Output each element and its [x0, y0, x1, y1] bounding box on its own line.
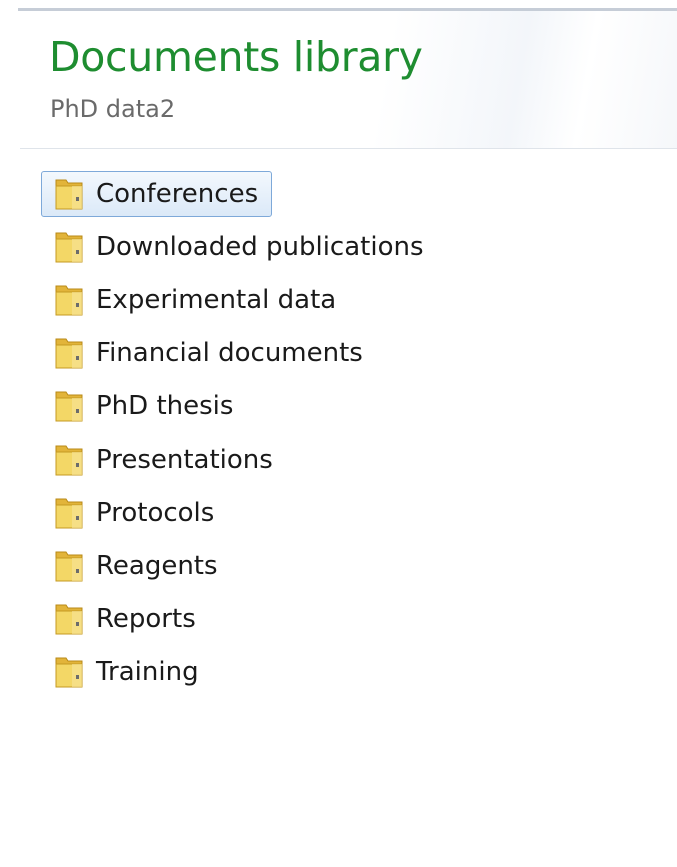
library-pane: Documents library PhD data2 Conferences: [20, 11, 677, 867]
folder-item-reagents[interactable]: Reagents: [41, 539, 661, 592]
folder-label: Financial documents: [96, 338, 363, 369]
folder-item-conferences[interactable]: Conferences: [41, 167, 661, 220]
folder-icon: [55, 179, 83, 210]
folder-item-phd-thesis[interactable]: PhD thesis: [41, 380, 661, 433]
folder-icon: [55, 551, 83, 582]
folder-item-training[interactable]: Training: [41, 646, 661, 699]
folder-item-protocols[interactable]: Protocols: [41, 486, 661, 539]
folder-icon: [55, 338, 83, 369]
folder-label: Experimental data: [96, 284, 337, 315]
folder-item-financial-documents[interactable]: Financial documents: [41, 327, 661, 380]
folder-label: Reports: [96, 604, 196, 635]
folder-icon: [55, 498, 83, 529]
folder-list: Conferences Downloaded publications Expe…: [41, 167, 661, 699]
folder-item-presentations[interactable]: Presentations: [41, 433, 661, 486]
folder-item-experimental-data[interactable]: Experimental data: [41, 273, 661, 326]
folder-label: PhD thesis: [96, 391, 234, 422]
folder-label: Reagents: [96, 550, 218, 581]
folder-label: Training: [96, 657, 199, 688]
folder-item-downloaded-publications[interactable]: Downloaded publications: [41, 220, 661, 273]
folder-icon: [55, 285, 83, 316]
folder-icon: [55, 391, 83, 422]
library-subtitle: PhD data2: [50, 95, 176, 123]
folder-item-reports[interactable]: Reports: [41, 593, 661, 646]
folder-label: Presentations: [96, 444, 273, 475]
folder-icon: [55, 604, 83, 635]
folder-icon: [55, 445, 83, 476]
folder-item-selection[interactable]: Conferences: [41, 170, 273, 217]
window-edge: [0, 0, 18, 867]
folder-label: Protocols: [96, 497, 215, 528]
folder-icon: [55, 232, 83, 263]
folder-label: Downloaded publications: [96, 231, 424, 262]
folder-icon: [55, 657, 83, 688]
library-header: Documents library PhD data2: [20, 11, 677, 149]
folder-label: Conferences: [96, 178, 259, 209]
library-title: Documents library: [49, 33, 423, 81]
